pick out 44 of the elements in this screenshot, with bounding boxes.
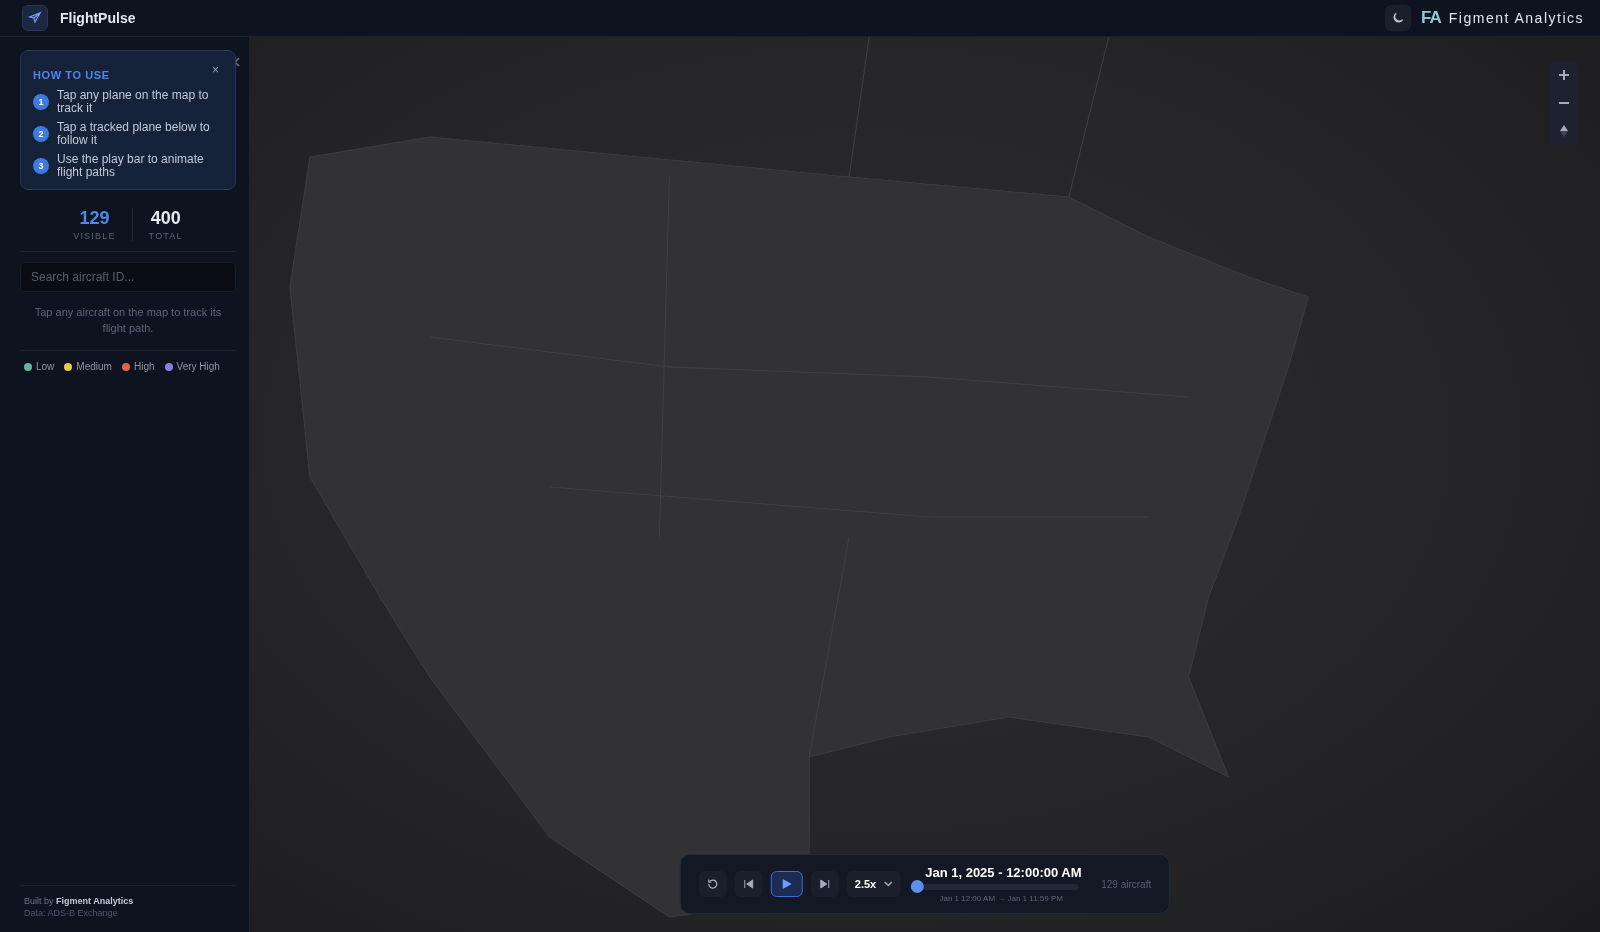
skip-forward-button[interactable]	[810, 871, 839, 897]
legend-label: Low	[36, 361, 55, 372]
skip-back-icon	[743, 879, 754, 889]
data-source-text: Data: ADS-B Exchange	[24, 908, 119, 918]
hint-text: Tap any aircraft on the map to track its flight path.	[20, 292, 236, 351]
legend-label: Very High	[176, 361, 220, 372]
time-range-text: Jan 1 12:00 AM → Jan 1 11:59 PM	[938, 894, 1064, 903]
minus-icon	[1558, 102, 1570, 104]
moon-icon	[1391, 11, 1406, 25]
step-text: Tap a tracked plane below to follow it	[57, 121, 211, 147]
current-datetime: Jan 1, 2025 - 12:00:00 AM	[925, 865, 1083, 880]
reset-icon	[706, 878, 719, 890]
play-icon	[781, 879, 792, 889]
app-title: FlightPulse	[60, 10, 136, 26]
skip-back-button[interactable]	[734, 871, 763, 897]
theme-toggle-button[interactable]	[1385, 5, 1412, 31]
step-number: 2	[33, 126, 49, 142]
chevron-down-icon	[884, 881, 894, 887]
speed-dropdown[interactable]: 2.5x	[846, 871, 902, 897]
aircraft-count: 129 aircraft	[1101, 878, 1152, 890]
brand-name: Figment Analytics	[1448, 10, 1584, 26]
step-text: Use the play bar to animate flight paths	[57, 153, 205, 179]
step-text: Tap any plane on the map to track it	[57, 89, 210, 115]
stat-label: VISIBLE	[73, 231, 116, 241]
stat-value: 400	[150, 208, 181, 229]
credit-text: Built by Figment Analytics	[24, 896, 135, 906]
compass-icon	[1559, 125, 1569, 137]
airplane-icon	[28, 11, 42, 25]
stat-value: 129	[79, 208, 110, 229]
chevron-left-icon[interactable]	[233, 57, 241, 67]
plus-icon	[1558, 69, 1570, 81]
step-number: 1	[33, 94, 49, 110]
step-number: 3	[33, 158, 49, 174]
close-button[interactable]: ×	[212, 63, 219, 77]
skip-forward-icon	[819, 879, 830, 889]
stat-label: TOTAL	[148, 231, 183, 241]
legend-label: High	[133, 361, 155, 372]
legend-label: Medium	[76, 361, 112, 372]
play-button[interactable]	[770, 871, 803, 897]
reset-button[interactable]	[698, 871, 727, 897]
brand-logo: FA	[1421, 8, 1441, 28]
slider-thumb[interactable]	[911, 880, 925, 893]
search-field[interactable]: Search aircraft ID...	[20, 262, 236, 292]
card-title: HOW TO USE	[33, 69, 110, 81]
